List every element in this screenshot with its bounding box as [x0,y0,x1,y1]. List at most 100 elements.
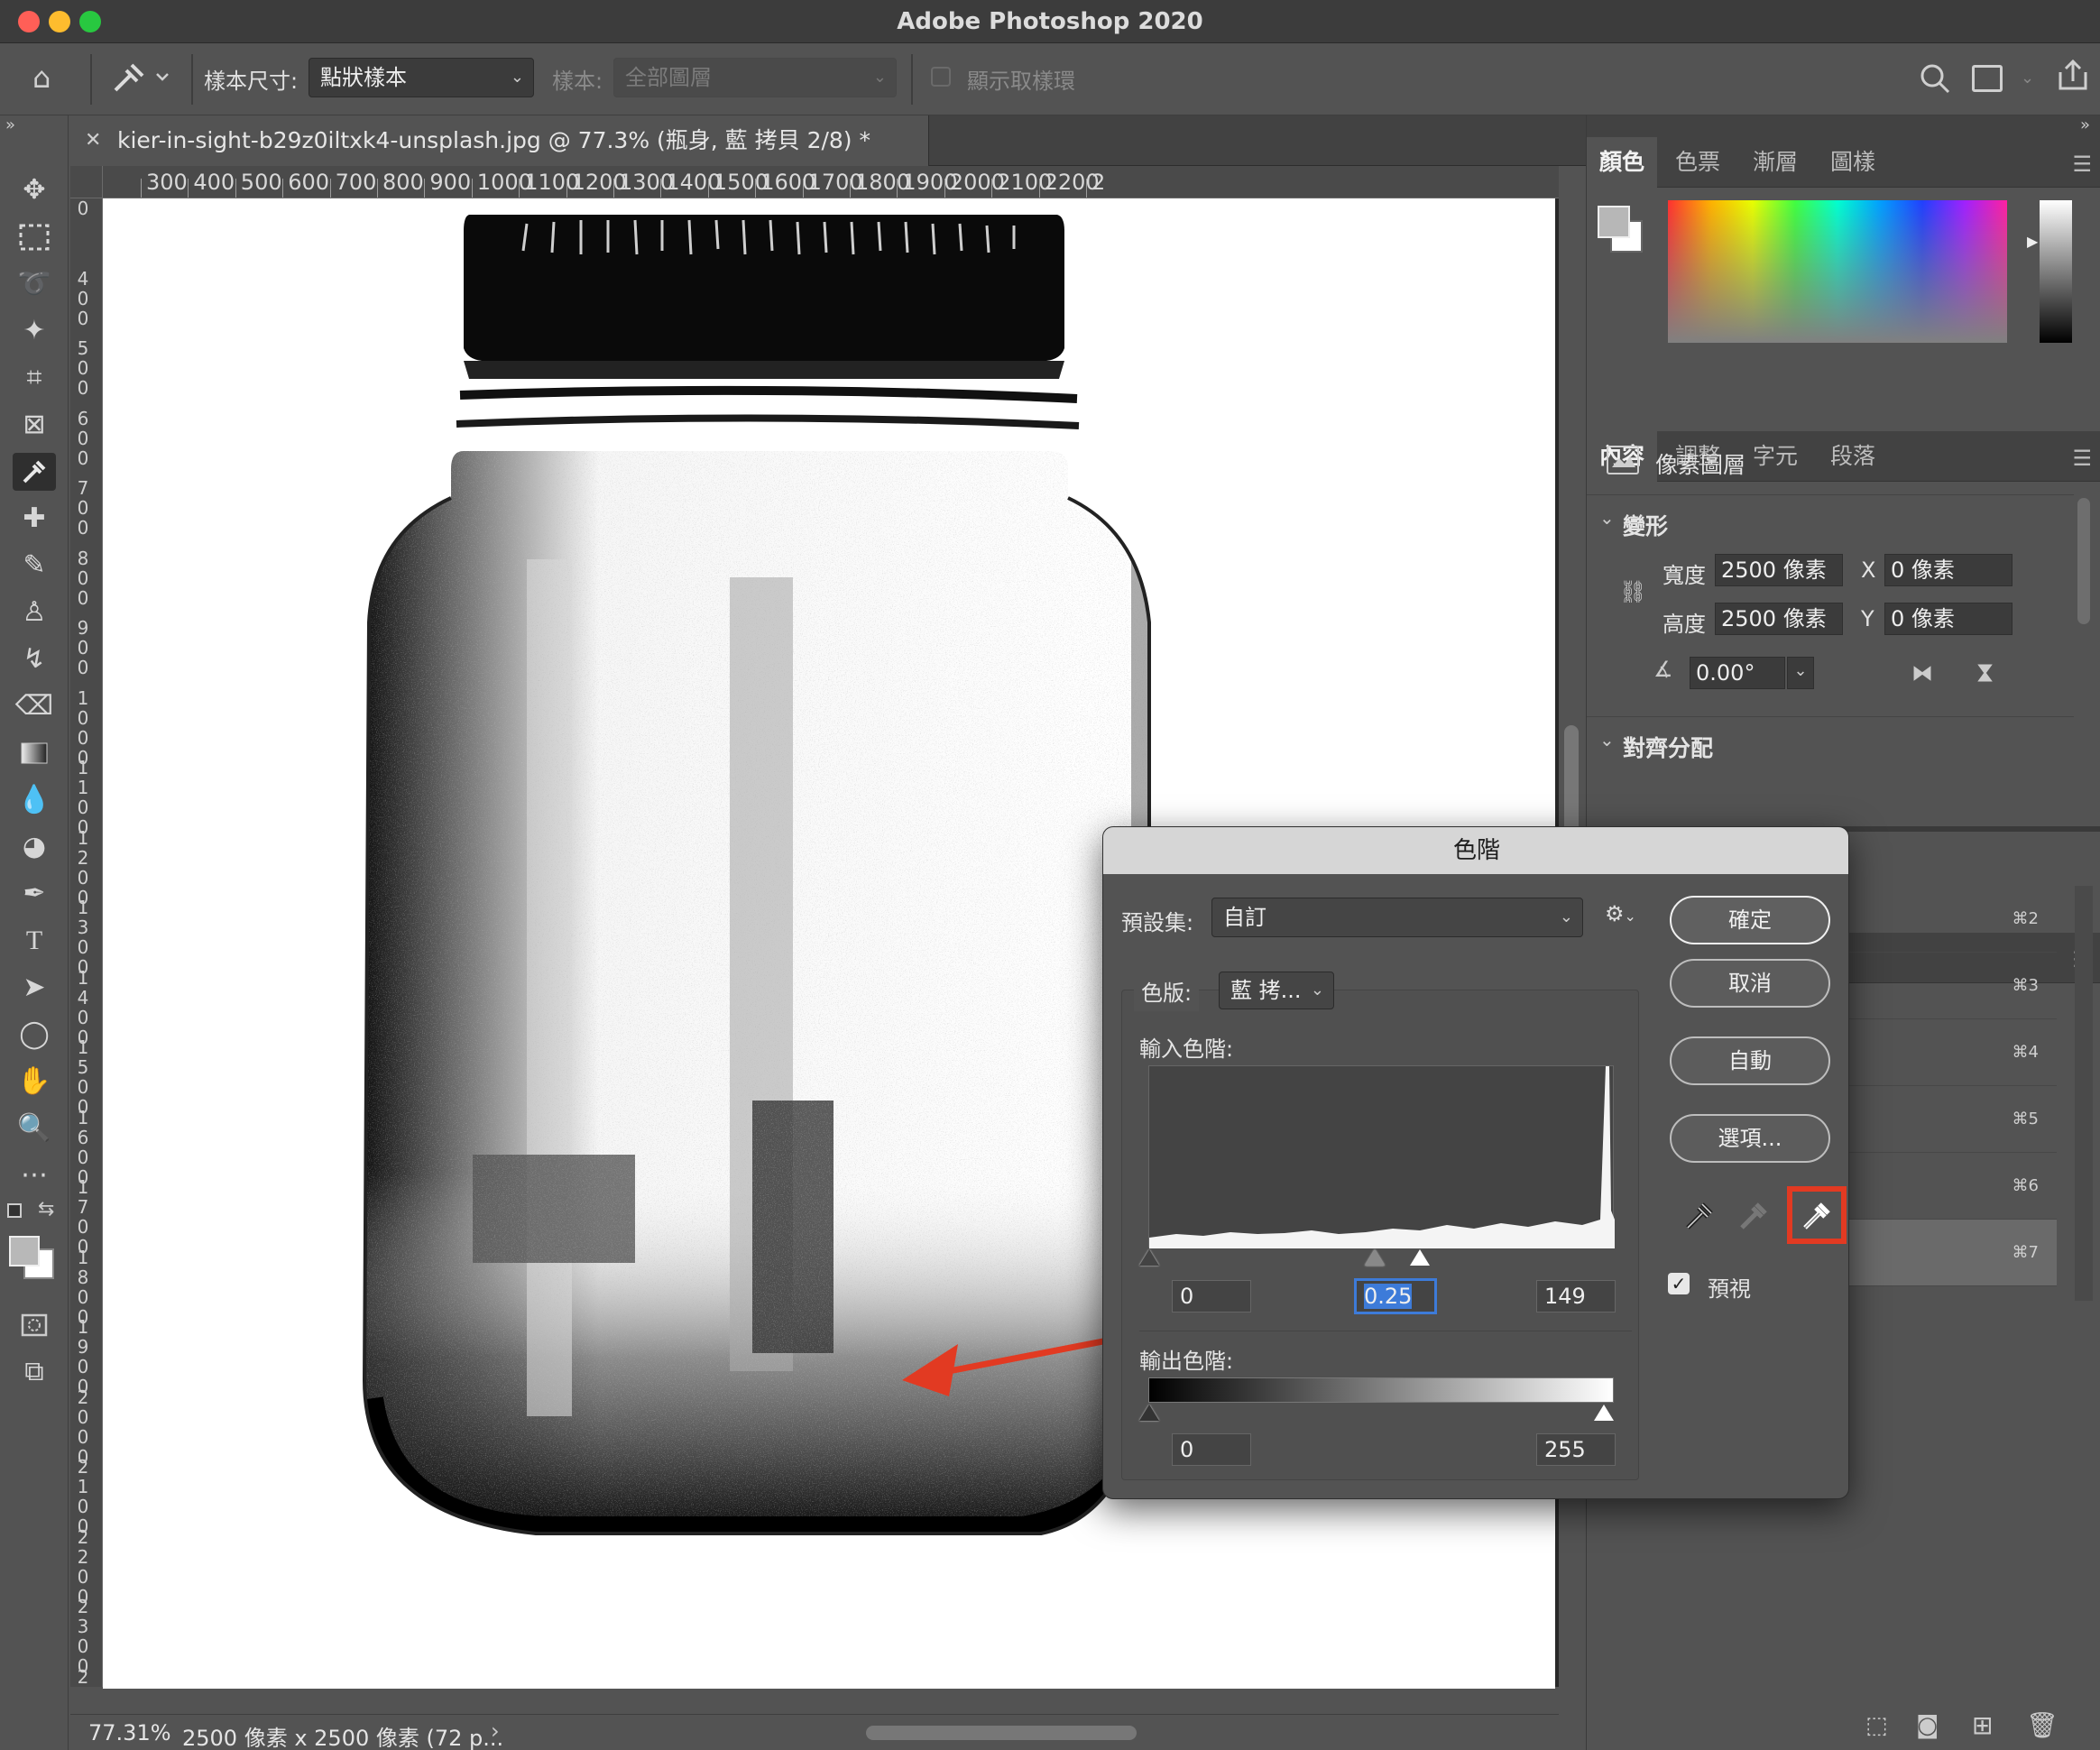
pen-tool-icon[interactable]: ✒ [13,875,56,913]
panel-menu-icon[interactable]: ☰ [2072,446,2092,471]
default-colors-icon[interactable] [7,1203,22,1218]
y-field[interactable]: 0 像素 [1884,603,2012,635]
share-icon[interactable] [2055,58,2091,94]
show-sampling-ring-checkbox[interactable] [931,67,951,87]
clone-stamp-icon[interactable]: ♙ [13,594,56,631]
output-black-field[interactable]: 0 [1172,1433,1251,1466]
dodge-tool-icon[interactable]: ◕ [13,828,56,866]
ok-button[interactable]: 確定 [1670,896,1830,944]
input-white-slider[interactable] [1410,1249,1430,1266]
channel-shortcut: ⌘7 [2012,1243,2039,1262]
sample-layers-select[interactable]: 全部圖層 ⌄ [613,58,897,97]
eyedropper-tool-preset[interactable] [106,58,179,97]
screen-mode-icon[interactable]: ⧉ [13,1353,56,1391]
channels-scrollbar[interactable] [2075,886,2093,1301]
blur-tool-icon[interactable]: 💧 [13,781,56,819]
output-black-slider[interactable] [1139,1405,1159,1421]
tab-character[interactable]: 字元 [1740,431,1810,482]
brush-tool-icon[interactable]: ✎ [13,547,56,585]
delete-channel-icon[interactable]: 🗑 [2026,1710,2059,1740]
horizontal-scrollbar[interactable] [866,1726,1137,1740]
new-channel-icon[interactable]: ⊞ [1972,1710,1993,1740]
search-icon[interactable] [1918,61,1954,97]
link-icon[interactable]: ⛓ [1619,579,1646,604]
white-point-eyedropper-icon[interactable] [1798,1197,1834,1233]
healing-brush-icon[interactable]: ✚ [13,500,56,538]
chevron-down-icon[interactable]: ⌄ [1599,507,1615,529]
tab-color[interactable]: 顏色 [1587,137,1658,188]
cancel-button[interactable]: 取消 [1670,959,1830,1008]
input-gamma-slider[interactable] [1365,1249,1385,1266]
move-tool-icon[interactable]: ✥ [13,171,56,209]
expand-icon[interactable]: » [5,115,15,134]
hand-tool-icon[interactable]: ✋ [13,1063,56,1101]
vertical-ruler-label: 2 4 0 0 [77,1665,89,1688]
options-button[interactable]: 選項... [1670,1114,1830,1163]
auto-button[interactable]: 自動 [1670,1036,1830,1085]
tab-swatches[interactable]: 色票 [1662,137,1733,188]
settings-gear-icon[interactable]: ⚙⌄ [1605,901,1636,926]
brightness-slider[interactable] [2040,200,2072,343]
input-black-slider[interactable] [1139,1249,1159,1266]
chevron-down-icon[interactable]: ⌄ [1787,657,1814,689]
document-tab[interactable]: ✕ kier-in-sight-b29z0iltxk4-unsplash.jpg… [70,115,929,166]
width-field[interactable]: 2500 像素 [1715,554,1843,586]
zoom-tool-icon[interactable]: 🔍 [13,1110,56,1147]
swap-colors-icon[interactable]: ⇆ [38,1198,54,1220]
workspace-icon[interactable] [1972,65,2003,92]
channel-select[interactable]: 藍 拷... ⌄ [1219,972,1334,1009]
document-info[interactable]: 2500 像素 x 2500 像素 (72 p... [182,1720,503,1750]
preset-select[interactable]: 自訂 ⌄ [1211,898,1583,937]
tab-patterns[interactable]: 圖樣 [1818,137,1888,188]
type-tool-icon[interactable]: T [13,922,56,960]
black-point-eyedropper-icon[interactable] [1681,1197,1717,1233]
chevron-down-icon: ⌄ [1310,981,1324,999]
gradient-tool-icon[interactable] [13,734,56,772]
rectangular-marquee-icon[interactable] [13,218,56,256]
color-spectrum[interactable] [1668,200,2007,343]
preview-checkbox[interactable]: ✓ [1668,1273,1690,1294]
ellipse-tool-icon[interactable]: ◯ [13,1016,56,1054]
input-black-field[interactable]: 0 [1172,1280,1251,1312]
sample-size-select[interactable]: 點狀樣本 ⌄ [309,58,534,97]
input-white-field[interactable]: 149 [1536,1280,1616,1312]
panel-menu-icon[interactable]: ☰ [2072,152,2092,177]
path-selection-icon[interactable]: ➤ [13,969,56,1007]
home-icon[interactable]: ⌂ [32,60,69,96]
zoom-level[interactable]: 77.31% [88,1720,171,1745]
properties-scrollbar[interactable] [2077,498,2090,624]
chevron-down-icon[interactable]: ⌄ [1599,729,1615,751]
quick-mask-icon[interactable] [13,1306,56,1344]
output-white-field[interactable]: 255 [1536,1433,1616,1466]
collapse-icon[interactable]: » [2080,115,2090,134]
flip-horizontal-icon[interactable]: ⧓ [1911,660,1933,686]
foreground-color-swatch[interactable] [9,1236,40,1266]
eyedropper-tool-icon[interactable] [13,453,56,491]
fg-color-swatch[interactable] [1598,206,1630,238]
transform-section-title[interactable]: 變形 [1623,509,1668,541]
x-field[interactable]: 0 像素 [1884,554,2012,586]
height-field[interactable]: 2500 像素 [1715,603,1843,635]
tab-gradients[interactable]: 漸層 [1740,137,1810,188]
angle-field[interactable]: 0.00° [1690,657,1785,689]
close-tab-icon[interactable]: ✕ [85,115,101,166]
tab-paragraph[interactable]: 段落 [1818,431,1888,482]
crop-tool-icon[interactable]: ⌗ [13,359,56,397]
frame-tool-icon[interactable]: ⊠ [13,406,56,444]
chevron-right-icon[interactable]: › [491,1718,500,1744]
align-section-title[interactable]: 對齊分配 [1623,731,1713,763]
more-tools-icon[interactable]: ⋯ [13,1156,56,1194]
lasso-tool-icon[interactable]: ➰ [13,265,56,303]
load-selection-icon[interactable]: ⬚ [1865,1712,1888,1739]
input-gamma-field[interactable]: 0.25 [1356,1280,1435,1312]
eraser-tool-icon[interactable]: ⌫ [13,687,56,725]
save-selection-icon[interactable]: ◙ [1916,1712,1939,1739]
chevron-down-icon[interactable]: ⌄ [2021,69,2034,88]
output-white-slider[interactable] [1594,1405,1614,1421]
magic-wand-icon[interactable]: ✦ [13,312,56,350]
sample-size-label: 樣本尺寸: [204,69,299,94]
history-brush-icon[interactable]: ↯ [13,640,56,678]
divider [90,54,92,105]
gray-point-eyedropper-icon[interactable] [1735,1197,1771,1233]
flip-vertical-icon[interactable]: ⧓ [1973,662,1998,684]
